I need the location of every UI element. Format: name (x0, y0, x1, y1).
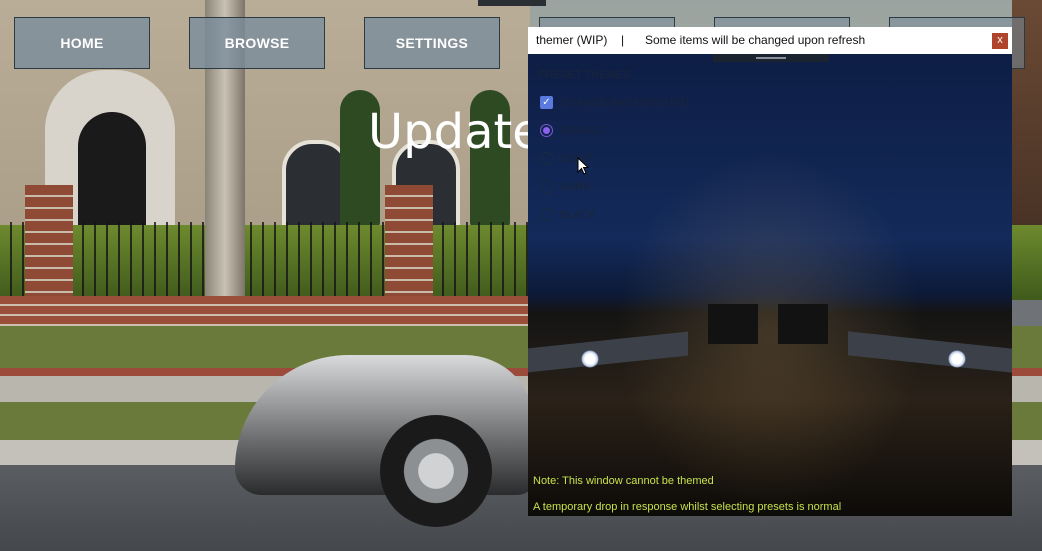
pier-building (708, 304, 758, 344)
update-heading: Update (368, 104, 542, 160)
hedge-right (1012, 225, 1042, 300)
option-label: DEFAULT (560, 125, 609, 137)
themer-window: themer (WIP) | Some items will be change… (528, 27, 1012, 516)
iron-fence (0, 222, 530, 300)
themer-background-image (528, 54, 1012, 516)
radio-selected-icon[interactable] (540, 124, 553, 137)
preset-themes-heading: PRESET THEMES (538, 69, 631, 81)
car-wheel (380, 415, 492, 527)
note-temporary-drop: A temporary drop in response whilst sele… (533, 501, 842, 513)
title-separator: | (621, 33, 625, 47)
pier-lamp (948, 350, 966, 368)
radio-icon[interactable] (540, 180, 553, 193)
window-subtitle: Some items will be changed upon refresh (645, 33, 866, 47)
pier-building (778, 304, 828, 344)
settings-button[interactable]: SETTINGS (364, 17, 500, 69)
close-button[interactable]: x (992, 33, 1008, 49)
option-label: BLACK (560, 209, 597, 221)
home-button[interactable]: HOME (14, 17, 150, 69)
window-drag-handle[interactable] (713, 54, 829, 62)
themer-titlebar[interactable]: themer (WIP) | Some items will be change… (528, 27, 1012, 54)
browse-button[interactable]: BROWSE (189, 17, 325, 69)
option-label: DARK (560, 181, 591, 193)
checkbox-check-icon[interactable]: ✓ (540, 96, 553, 109)
radio-icon[interactable] (540, 152, 553, 165)
mouse-cursor-icon (577, 157, 589, 175)
pier-railing (848, 331, 1012, 373)
front-door (78, 112, 146, 230)
radio-icon[interactable] (540, 208, 553, 221)
pier-lamp (581, 350, 599, 368)
top-drag-handle[interactable] (478, 0, 546, 6)
option-label: CHANGE BACKGROUND (560, 97, 689, 109)
brick-wall (0, 296, 530, 326)
note-not-themeable: Note: This window cannot be themed (533, 475, 714, 487)
pier-railing (528, 331, 688, 373)
window-title: themer (WIP) (536, 33, 608, 47)
